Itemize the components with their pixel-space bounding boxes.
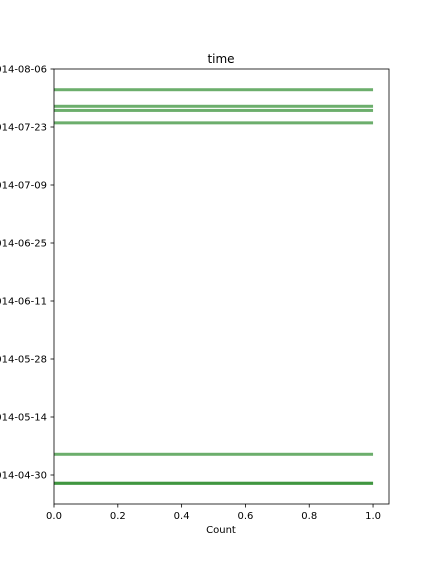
bar-2014-04-28-6 [54, 481, 374, 485]
y-tick-label: 2014-06-11 [0, 297, 47, 308]
bar-2014-07-24-3 [54, 121, 374, 125]
y-tick-label: 2014-08-06 [0, 65, 47, 76]
x-axis-label: Count [206, 525, 236, 536]
x-tick-label: 0.2 [110, 511, 126, 522]
plot-frame [53, 68, 390, 505]
bar-2014-07-27-2 [54, 108, 374, 112]
y-tick-label: 2014-05-28 [0, 355, 47, 366]
x-tick-label: 0.8 [301, 511, 317, 522]
x-tick-label: 0.4 [174, 511, 190, 522]
x-tick-label: 1.0 [365, 511, 381, 522]
chart: time 0.00.20.40.60.81.0 2014-04-302014-0… [0, 52, 390, 536]
y-tick-label: 2014-06-25 [0, 239, 47, 250]
chart-title: time [207, 52, 234, 66]
y-tick-label: 2014-04-30 [0, 471, 47, 482]
y-tick-label: 2014-07-23 [0, 123, 47, 134]
x-axis: 0.0 0.2 0.4 0.6 0.8 1.0 [46, 504, 381, 522]
bar-2014-08-01-0 [54, 88, 374, 92]
bars-group [54, 88, 374, 485]
bar-2014-07-28-1 [54, 104, 374, 108]
y-axis: 2014-04-30 2014-05-14 2014-05-28 2014-06-11… [0, 65, 54, 482]
y-tick-label: 2014-07-09 [0, 181, 47, 192]
bar-2014-05-05-4 [54, 452, 374, 456]
y-tick-label: 2014-05-14 [0, 413, 47, 424]
x-tick-label: 0.6 [237, 511, 253, 522]
x-tick-label: 0.0 [46, 511, 62, 522]
